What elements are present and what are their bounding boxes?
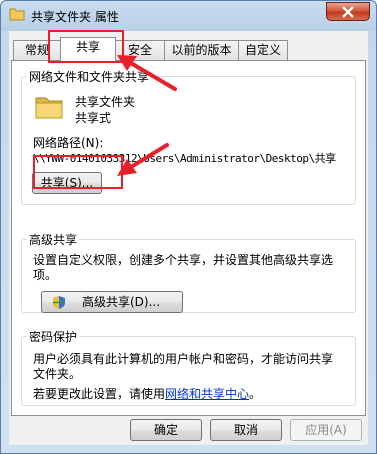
password-protection-group: 密码保护 用户必须具有此计算机的用户帐户和密码，才能访问共享 文件夹。 若要更改… (21, 328, 356, 406)
advanced-sharing-group: 高级共享 设置自定义权限，创建多个共享，并设置其他高级共享选项。 高级共享(D)… (21, 231, 356, 313)
dialog-client: 常规 共享 安全 以前的版本 自定义 网络文件和文件夹共享 共享文件夹 共享式 … (9, 31, 368, 445)
annotation-arrow-tab (117, 55, 177, 91)
advanced-sharing-description: 设置自定义权限，创建多个共享，并设置其他高级共享选项。 (33, 253, 334, 282)
change-suffix: 。 (249, 387, 262, 401)
share-status: 共享式 (75, 111, 112, 125)
change-setting-text: 若要更改此设置，请使用网络和共享中心。 (33, 385, 261, 402)
ok-button[interactable]: 确定 (130, 419, 202, 441)
advanced-sharing-label: 高级共享(D)... (81, 295, 161, 309)
network-path-label: 网络路径(N): (33, 136, 104, 150)
window-title: 共享文件夹 属性 (31, 10, 119, 24)
apply-button[interactable]: 应用(A) (290, 419, 362, 441)
tab-customize[interactable]: 自定义 (238, 40, 288, 60)
folder-icon (9, 7, 25, 21)
password-description-line2: 文件夹。 (33, 367, 82, 381)
cancel-button[interactable]: 取消 (210, 419, 282, 441)
group-title: 密码保护 (27, 328, 80, 345)
folder-icon (33, 90, 65, 125)
annotation-arrow-share-button (117, 143, 169, 176)
change-prefix: 若要更改此设置，请使用 (33, 387, 166, 401)
close-button[interactable] (326, 2, 370, 21)
sharing-panel: 网络文件和文件夹共享 共享文件夹 共享式 网络路径(N): \\YWW-0140… (11, 60, 366, 416)
title-bar[interactable]: 共享文件夹 属性 (1, 1, 376, 31)
network-sharing-center-link[interactable]: 网络和共享中心 (165, 387, 249, 401)
properties-window: 共享文件夹 属性 常规 共享 安全 以前的版本 自定义 网络文件和文件夹共享 共… (0, 0, 377, 454)
shield-icon (53, 296, 65, 309)
annotation-box-share-button (33, 155, 123, 189)
close-icon (342, 6, 354, 18)
advanced-sharing-button[interactable]: 高级共享(D)... (41, 291, 183, 313)
group-title: 高级共享 (27, 231, 80, 248)
folder-name: 共享文件夹 (75, 95, 136, 109)
